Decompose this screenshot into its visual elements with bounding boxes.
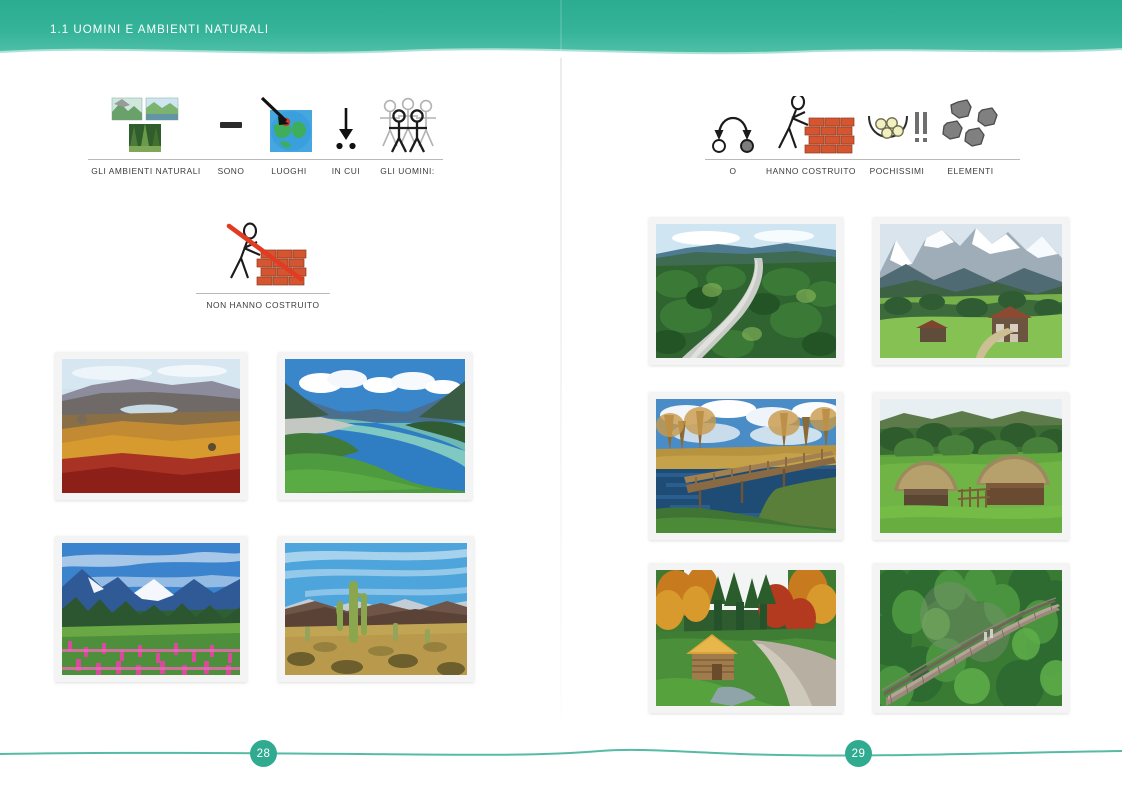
pictogram-cell xyxy=(861,96,933,154)
pictogram-cell xyxy=(258,96,320,154)
grey-stones-icon xyxy=(938,96,1004,154)
pictogram-cell xyxy=(204,96,258,154)
pictogram-label: IN CUI xyxy=(331,166,361,176)
pictogram-cell xyxy=(372,96,443,154)
pictogram-label: NON HANNO COSTRUITO xyxy=(206,300,320,310)
equals-dash-icon xyxy=(214,96,248,154)
pictogram-cell xyxy=(196,222,330,288)
photo-saguaro-cactus-desert xyxy=(278,536,474,682)
strip-label-row: GLI AMBIENTI NATURALI SONO LUOGHI IN CUI… xyxy=(88,160,443,176)
photo-wooden-bridge-autumn-lake xyxy=(649,392,843,540)
photo-image xyxy=(285,543,467,675)
photo-autumn-tundra-lake xyxy=(55,352,247,500)
page-footer: 28 29 xyxy=(0,718,1122,788)
down-arrow-two-dots-icon xyxy=(326,96,366,154)
builder-wall-icon xyxy=(765,96,857,154)
page-header: 1.1 UOMINI E AMBIENTI NATURALI xyxy=(0,0,1122,58)
photo-image xyxy=(656,570,836,706)
builder-wall-crossed-icon xyxy=(217,222,309,288)
pictogram-cell xyxy=(761,96,861,154)
page-number-right: 29 xyxy=(845,740,872,767)
pictogram-label: GLI AMBIENTI NATURALI xyxy=(91,166,201,176)
left-sentence-strip: GLI AMBIENTI NATURALI SONO LUOGHI IN CUI… xyxy=(88,96,443,176)
pictogram-cell xyxy=(88,96,204,154)
pictogram-label: ELEMENTI xyxy=(947,166,994,176)
photo-thatched-huts-green-landscape xyxy=(873,392,1069,540)
photo-image xyxy=(880,224,1062,358)
pictogram-cell xyxy=(320,96,372,154)
pictogram-cell xyxy=(933,96,1008,154)
photo-image xyxy=(880,570,1062,706)
arc-two-circles-icon xyxy=(708,96,758,154)
photo-turquoise-river-valley xyxy=(278,352,472,500)
spread-page: 1.1 UOMINI E AMBIENTI NATURALI GLI AMBIE… xyxy=(0,0,1122,788)
photo-alpine-chalets-snowy-mountains xyxy=(873,217,1069,365)
pictogram-label: SONO xyxy=(217,166,245,176)
pictogram-label: LUOGHI xyxy=(271,166,307,176)
strip-label-row: O HANNO COSTRUITO POCHISSIMI ELEMENTI xyxy=(705,160,1020,176)
globe-pointer-icon xyxy=(260,96,318,154)
nature-collage-icon xyxy=(110,96,182,154)
photo-image xyxy=(656,224,836,358)
group-of-people-icon xyxy=(376,96,440,154)
pictogram-label: POCHISSIMI xyxy=(869,166,925,176)
photo-log-cabin-autumn-forest xyxy=(649,563,843,713)
photo-image xyxy=(656,399,836,533)
pictogram-label: O xyxy=(729,166,737,176)
page-number-left: 28 xyxy=(250,740,277,767)
photo-image xyxy=(880,399,1062,533)
photo-image xyxy=(62,543,240,675)
left-negative-strip: NON HANNO COSTRUITO xyxy=(196,222,330,310)
footer-wave-line xyxy=(0,748,1122,757)
photo-image xyxy=(285,359,465,493)
pictogram-label: HANNO COSTRUITO xyxy=(766,166,856,176)
photo-image xyxy=(62,359,240,493)
header-wave-decoration xyxy=(0,48,1122,58)
photo-forest-road-aerial xyxy=(649,217,843,365)
page-title: 1.1 UOMINI E AMBIENTI NATURALI xyxy=(50,24,270,36)
photo-pink-wildflower-meadow-mountains xyxy=(55,536,247,682)
right-sentence-strip: O HANNO COSTRUITO POCHISSIMI ELEMENTI xyxy=(705,96,1020,176)
page-fold-line xyxy=(560,58,562,718)
pictogram-label: GLI UOMINI: xyxy=(380,166,435,176)
pictogram-cell xyxy=(705,96,761,154)
photo-suspension-bridge-forest xyxy=(873,563,1069,713)
bowl-few-balls-icon xyxy=(863,96,931,154)
